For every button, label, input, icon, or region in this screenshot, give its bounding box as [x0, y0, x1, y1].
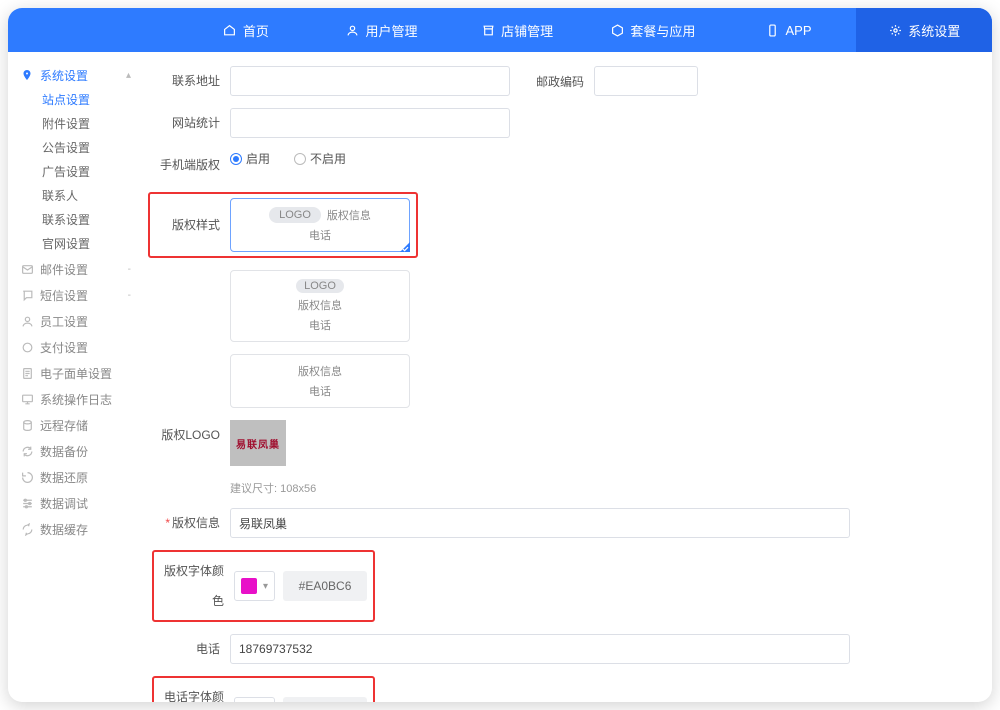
info-color-picker[interactable]: ▾ [234, 571, 275, 601]
nav-gear[interactable]: 系统设置 [856, 8, 992, 52]
label-style: 版权样式 [156, 210, 230, 240]
db-icon [20, 418, 34, 432]
label-stats: 网站统计 [152, 108, 230, 138]
cube-icon [610, 23, 624, 37]
sidebar-group[interactable]: 远程存储 [20, 412, 141, 438]
label-contact-addr: 联系地址 [152, 66, 230, 96]
caret-icon: - [128, 264, 131, 275]
sidebar-group[interactable]: 数据调试 [20, 490, 141, 516]
sidebar-group[interactable]: 电子面单设置 [20, 360, 141, 386]
sheet-icon [20, 366, 34, 380]
postcode-input[interactable] [594, 66, 698, 96]
tune-icon [20, 496, 34, 510]
color-swatch [241, 578, 257, 594]
refresh-icon [20, 444, 34, 458]
phone-color-picker[interactable]: ▾ [234, 697, 275, 702]
sidebar-group[interactable]: 数据缓存 [20, 516, 141, 542]
radio-disable[interactable]: 不启用 [294, 150, 346, 167]
check-icon [396, 238, 410, 252]
caret-up-icon: ▴ [126, 70, 131, 81]
nav-user[interactable]: 用户管理 [314, 8, 450, 52]
circle-icon [20, 340, 34, 354]
sidebar-item[interactable]: 附件设置 [42, 112, 141, 136]
person-icon [20, 314, 34, 328]
phone-icon [766, 23, 780, 37]
home-icon [223, 23, 237, 37]
store-icon [481, 23, 495, 37]
sidebar-group-system[interactable]: 系统设置 ▴ [20, 62, 141, 88]
phone-color-hex: #06FB59 [283, 697, 367, 702]
sidebar-group[interactable]: 邮件设置- [20, 256, 141, 282]
form-content: 联系地址 邮政编码 网站统计 手机端版权 启用 不启用 [142, 52, 992, 702]
mail-icon [20, 262, 34, 276]
stats-input[interactable] [230, 108, 510, 138]
sidebar-item[interactable]: 公告设置 [42, 136, 141, 160]
radio-enable[interactable]: 启用 [230, 150, 270, 167]
label-phone: 电话 [152, 634, 230, 664]
sidebar-item[interactable]: 站点设置 [42, 88, 141, 112]
info-color-hex: #EA0BC6 [283, 571, 367, 601]
nav-store[interactable]: 店铺管理 [449, 8, 585, 52]
phone-input[interactable] [230, 634, 850, 664]
label-postcode: 邮政编码 [536, 73, 584, 90]
chevron-down-icon: ▾ [263, 581, 268, 592]
sidebar-group[interactable]: 系统操作日志 [20, 386, 141, 412]
sidebar-group-label: 系统设置 [40, 67, 120, 84]
pin-icon [20, 68, 34, 82]
label-info: *版权信息 [152, 508, 230, 538]
sidebar-group[interactable]: 短信设置- [20, 282, 141, 308]
nav-cube[interactable]: 套餐与应用 [585, 8, 721, 52]
gear-icon [888, 23, 902, 37]
label-info-color: 版权字体颜色 [160, 556, 234, 616]
sidebar-group[interactable]: 数据备份 [20, 438, 141, 464]
cycle-icon [20, 522, 34, 536]
sidebar-group[interactable]: 员工设置 [20, 308, 141, 334]
sidebar-item[interactable]: 联系人 [42, 184, 141, 208]
style-logo-pill: LOGO [269, 207, 321, 223]
label-logo: 版权LOGO [152, 420, 230, 450]
label-phone-color: 电话字体颜色 [160, 682, 234, 702]
logo-thumbnail[interactable]: 易联凤巢 [230, 420, 286, 466]
user-icon [346, 23, 360, 37]
top-nav: 首页用户管理店铺管理套餐与应用APP系统设置 [8, 8, 992, 52]
sidebar-item[interactable]: 官网设置 [42, 232, 141, 256]
sidebar-group[interactable]: 数据还原 [20, 464, 141, 490]
contact-addr-input[interactable] [230, 66, 510, 96]
sidebar-item[interactable]: 联系设置 [42, 208, 141, 232]
restore-icon [20, 470, 34, 484]
nav-home[interactable]: 首页 [178, 8, 314, 52]
sidebar-group[interactable]: 支付设置 [20, 334, 141, 360]
chat-icon [20, 288, 34, 302]
style-option-3[interactable]: 版权信息 电话 [230, 354, 410, 408]
sidebar-item[interactable]: 广告设置 [42, 160, 141, 184]
nav-phone[interactable]: APP [721, 8, 857, 52]
logo-hint: 建议尺寸: 108x56 [230, 480, 316, 496]
label-mobile-copyright: 手机端版权 [152, 150, 230, 180]
info-input[interactable] [230, 508, 850, 538]
monitor-icon [20, 392, 34, 406]
style-option-2[interactable]: LOGO 版权信息 电话 [230, 270, 410, 342]
style-option-1[interactable]: LOGO 版权信息 电话 [230, 198, 410, 252]
caret-icon: - [128, 290, 131, 301]
sidebar: 系统设置 ▴ 站点设置附件设置公告设置广告设置联系人联系设置官网设置 邮件设置-… [8, 52, 142, 702]
